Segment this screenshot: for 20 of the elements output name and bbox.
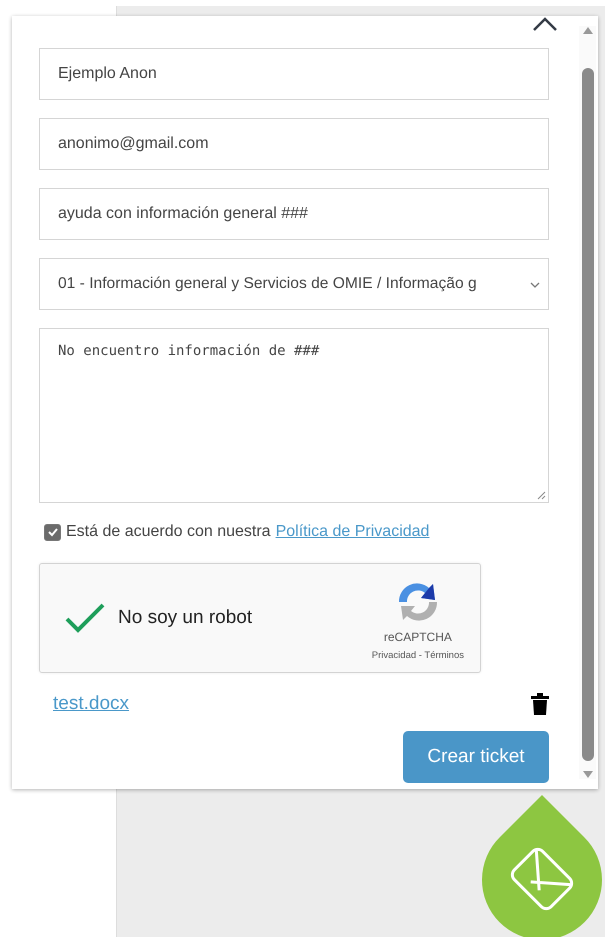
- captcha-terms: Privacidad - Términos: [372, 650, 464, 660]
- captcha-brand: reCAPTCHA: [384, 630, 452, 644]
- captcha-widget[interactable]: No soy un robot reCAPTCHA Privacidad - Términos: [39, 563, 481, 673]
- mail-launcher-button[interactable]: [479, 792, 605, 937]
- select-field[interactable]: 01 - Información general y Servicios de OMIE / Informação g: [39, 258, 549, 310]
- scrollbar-thumb[interactable]: [582, 68, 594, 761]
- input-field[interactable]: ayuda con información general ###: [39, 188, 549, 240]
- chevron-up-icon[interactable]: [532, 16, 558, 32]
- chevron-down-icon[interactable]: [530, 281, 540, 289]
- input-field[interactable]: anonimo@gmail.com: [39, 118, 549, 170]
- consent-text: Está de acuerdo con nuestra: [66, 523, 271, 541]
- trash-icon[interactable]: [531, 693, 549, 715]
- check-icon: [46, 526, 58, 538]
- captcha-label: No soy un robot: [118, 607, 254, 629]
- message-textarea[interactable]: No encuentro información de ###: [39, 328, 549, 503]
- checkbox[interactable]: [44, 524, 61, 540]
- scroll-up-icon[interactable]: [582, 26, 592, 34]
- resize-grip-icon[interactable]: [536, 490, 546, 500]
- input-field[interactable]: Ejemplo Anon: [39, 48, 549, 100]
- scroll-down-icon[interactable]: [582, 771, 592, 779]
